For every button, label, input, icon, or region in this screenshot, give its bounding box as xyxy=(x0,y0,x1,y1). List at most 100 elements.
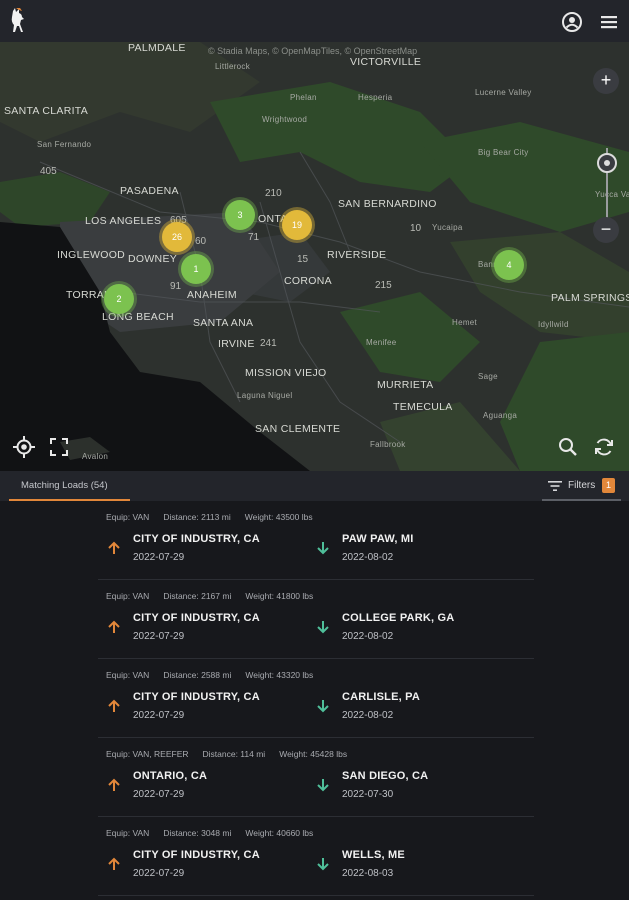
map-label: DOWNEY xyxy=(128,253,178,265)
load-card[interactable]: Equip: VAN Distance: 2113 mi Weight: 43500… xyxy=(98,501,534,580)
map-label: Big Bear City xyxy=(478,148,529,157)
filters-button[interactable]: Filters 1 xyxy=(542,471,621,501)
delivery-date: 2022-08-03 xyxy=(342,868,394,879)
map-label: Hemet xyxy=(452,318,478,327)
map-label: Wrightwood xyxy=(262,115,308,124)
filter-icon xyxy=(548,481,562,491)
map-label: SAN CLEMENTE xyxy=(255,423,341,435)
map-attribution[interactable]: © Stadia Maps, © OpenMapTiles, © OpenStr… xyxy=(208,46,417,56)
distance-label: Distance: 2167 mi xyxy=(163,591,232,601)
refresh-icon[interactable] xyxy=(592,435,616,459)
map-label: RIVERSIDE xyxy=(327,249,387,261)
weight-label: Weight: 45428 lbs xyxy=(279,749,348,759)
arrow-up-icon xyxy=(108,699,120,712)
highway-shield: 210 xyxy=(265,188,282,199)
deer-logo-icon[interactable] xyxy=(7,8,29,34)
arrow-down-icon xyxy=(317,858,329,871)
map-cluster-marker[interactable]: 2 xyxy=(104,284,134,314)
delivery-date: 2022-08-02 xyxy=(342,552,394,563)
map-label: INGLEWOOD xyxy=(57,249,126,261)
map-cluster-marker[interactable]: 4 xyxy=(494,250,524,280)
delivery-date: 2022-07-30 xyxy=(342,789,394,800)
highway-shield: 405 xyxy=(40,166,57,177)
load-card[interactable]: Equip: VAN Distance: 2167 mi Weight: 41800… xyxy=(98,580,534,659)
search-icon[interactable] xyxy=(556,435,580,459)
map-label: PALM SPRINGS xyxy=(551,292,629,304)
highway-shield: 60 xyxy=(195,236,207,247)
arrow-down-icon xyxy=(317,621,329,634)
load-list[interactable]: Equip: VAN Distance: 2113 mi Weight: 43500… xyxy=(0,501,629,900)
account-icon[interactable] xyxy=(561,11,583,33)
map-view[interactable]: © Stadia Maps, © OpenMapTiles, © OpenStr… xyxy=(0,42,629,471)
zoom-in-button[interactable]: + xyxy=(593,68,619,94)
highway-shield: 71 xyxy=(248,232,260,243)
map-label: PALMDALE xyxy=(128,42,186,54)
map-label: Avalon xyxy=(82,452,109,461)
map-label: SANTA CLARITA xyxy=(4,105,89,117)
fullscreen-icon[interactable] xyxy=(47,435,71,459)
map-label: TEMECULA xyxy=(393,401,453,413)
results-tabs: Matching Loads (54) Filters 1 xyxy=(0,471,629,501)
arrow-up-icon xyxy=(108,620,120,633)
zoom-out-button[interactable]: − xyxy=(593,217,619,243)
destination-city: CARLISLE, PA xyxy=(342,691,420,703)
arrow-down-icon xyxy=(317,779,329,792)
map-label: MISSION VIEJO xyxy=(245,367,327,379)
origin-city: CITY OF INDUSTRY, CA xyxy=(133,691,260,703)
map-label: Hesperia xyxy=(358,93,393,102)
map-cluster-marker[interactable]: 26 xyxy=(162,222,192,252)
map-label: Sage xyxy=(478,372,498,381)
distance-label: Distance: 3048 mi xyxy=(163,828,232,838)
load-card[interactable]: Equip: VAN Distance: 2588 mi Weight: 43320… xyxy=(98,659,534,738)
distance-label: Distance: 2113 mi xyxy=(163,512,231,522)
map-label: Lucerne Valley xyxy=(475,88,532,97)
map-label: PASADENA xyxy=(120,185,179,197)
filters-label: Filters xyxy=(568,480,596,491)
zoom-slider-handle[interactable] xyxy=(597,153,617,173)
distance-label: Distance: 114 mi xyxy=(202,749,266,759)
weight-label: Weight: 43500 lbs xyxy=(244,512,313,522)
app-bar xyxy=(0,0,629,42)
tab-matching-loads[interactable]: Matching Loads (54) xyxy=(9,471,130,501)
load-card[interactable]: Equip: VAN Distance: 3048 mi Weight: 40660… xyxy=(98,817,534,896)
map-label: Phelan xyxy=(290,93,317,102)
map-cluster-marker[interactable]: 19 xyxy=(282,210,312,240)
origin-city: CITY OF INDUSTRY, CA xyxy=(133,533,260,545)
pickup-date: 2022-07-29 xyxy=(133,631,185,642)
locate-me-icon[interactable] xyxy=(12,435,36,459)
map-label: ANAHEIM xyxy=(187,289,237,301)
arrow-up-icon xyxy=(108,857,120,870)
highway-shield: 91 xyxy=(170,281,182,292)
highway-shield: 15 xyxy=(297,254,309,265)
map-label: MURRIETA xyxy=(377,379,434,391)
map-label: Aguanga xyxy=(483,411,518,420)
load-meta: Equip: VAN Distance: 3048 mi Weight: 40660… xyxy=(106,828,327,838)
origin-city: CITY OF INDUSTRY, CA xyxy=(133,849,260,861)
pickup-date: 2022-07-29 xyxy=(133,789,185,800)
load-meta: Equip: VAN Distance: 2167 mi Weight: 41800… xyxy=(106,591,327,601)
map-label: Yucca Valley xyxy=(595,190,629,199)
destination-city: SAN DIEGO, CA xyxy=(342,770,429,782)
load-card[interactable]: Equip: VAN, REEFER Distance: 114 mi Weight… xyxy=(98,738,534,817)
pickup-date: 2022-07-29 xyxy=(133,868,185,879)
pickup-date: 2022-07-29 xyxy=(133,710,185,721)
filters-count-badge: 1 xyxy=(602,478,615,493)
map-cluster-marker[interactable]: 3 xyxy=(225,200,255,230)
delivery-date: 2022-08-02 xyxy=(342,631,394,642)
arrow-down-icon xyxy=(317,700,329,713)
delivery-date: 2022-08-02 xyxy=(342,710,394,721)
origin-city: ONTARIO, CA xyxy=(133,770,208,782)
equip-label: Equip: VAN xyxy=(106,670,150,680)
weight-label: Weight: 43320 lbs xyxy=(245,670,314,680)
destination-city: PAW PAW, MI xyxy=(342,533,414,545)
origin-city: CITY OF INDUSTRY, CA xyxy=(133,612,260,624)
arrow-down-icon xyxy=(317,542,329,555)
menu-icon[interactable] xyxy=(598,11,620,33)
weight-label: Weight: 40660 lbs xyxy=(245,828,314,838)
arrow-up-icon xyxy=(108,778,120,791)
map-cluster-marker[interactable]: 1 xyxy=(181,254,211,284)
equip-label: Equip: VAN, REEFER xyxy=(106,749,189,759)
highway-shield: 215 xyxy=(375,280,392,291)
map-label: LOS ANGELES xyxy=(85,215,162,227)
distance-label: Distance: 2588 mi xyxy=(163,670,232,680)
